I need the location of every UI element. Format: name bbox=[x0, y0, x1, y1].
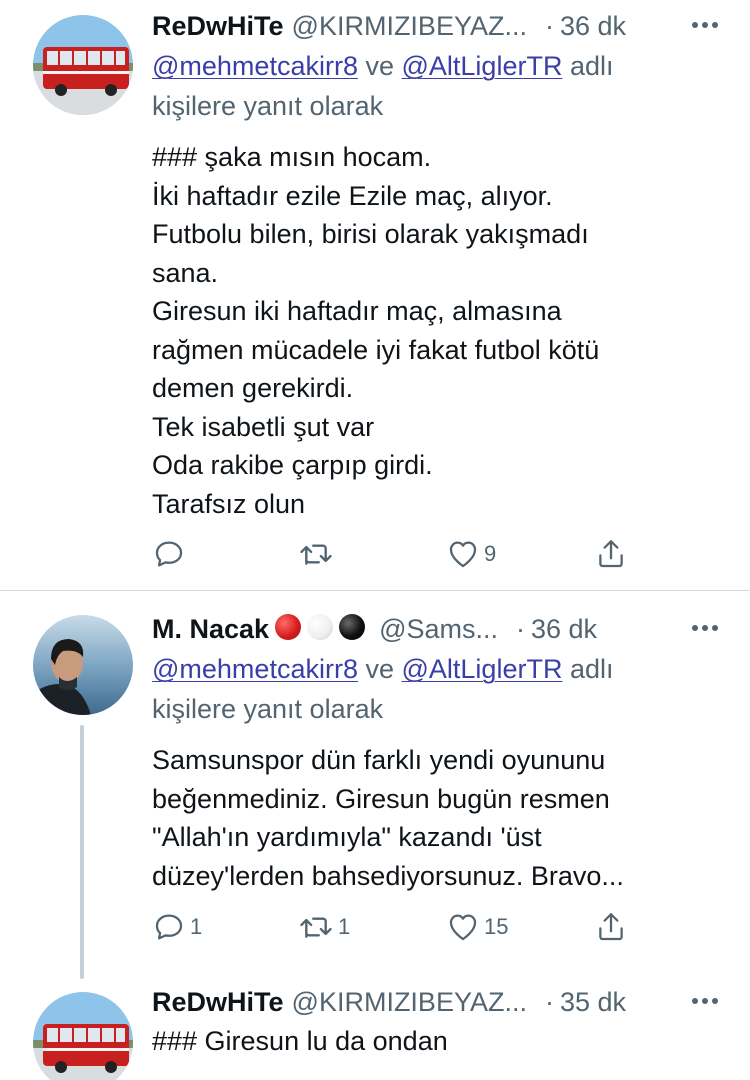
tweet-text: ### şaka mısın hocam. İki haftadır ezile… bbox=[152, 138, 722, 523]
mention-link[interactable]: @mehmetcakirr8 bbox=[152, 51, 358, 81]
text-line: Samsunspor dün farklı yendi oyununu bbox=[152, 745, 606, 775]
author-name[interactable]: M. Nacak bbox=[152, 614, 269, 645]
reply-context: @mehmetcakirr8 ve @AltLiglerTR adlı kişi… bbox=[152, 46, 722, 126]
white-circle-icon bbox=[307, 614, 334, 640]
more-icon[interactable] bbox=[690, 613, 720, 643]
tweet-header: ReDwHiTe @KIRMIZIBEYAZ... · 35 dk bbox=[152, 982, 728, 1022]
reply-suffix: kişilere yanıt olarak bbox=[152, 91, 384, 121]
like-icon bbox=[446, 910, 480, 944]
retweet-icon bbox=[298, 537, 334, 571]
avatar-bus[interactable] bbox=[33, 992, 133, 1080]
retweet-button[interactable] bbox=[298, 534, 338, 574]
action-bar: 1 1 15 bbox=[152, 907, 632, 947]
reply-context: @mehmetcakirr8 ve @AltLiglerTR adlı kişi… bbox=[152, 649, 722, 729]
like-button[interactable]: 9 bbox=[446, 534, 496, 574]
retweet-icon bbox=[298, 910, 334, 944]
text-line: demen gerekirdi. bbox=[152, 373, 354, 403]
share-icon bbox=[594, 537, 628, 571]
text-line: ### Giresun lu da ondan bbox=[152, 1026, 448, 1056]
text-line: İki haftadır ezile Ezile maç, alıyor. bbox=[152, 180, 553, 211]
reply-joiner: ve bbox=[357, 654, 402, 684]
timestamp[interactable]: 36 dk bbox=[560, 11, 626, 42]
avatar-bus[interactable] bbox=[33, 15, 133, 115]
text-line: Futbolu bilen, birisi olarak yakışmadı bbox=[152, 219, 589, 249]
text-line: Giresun iki haftadır maç, almasına bbox=[152, 296, 562, 326]
text-line: rağmen mücadele iyi fakat futbol kötü bbox=[152, 334, 600, 365]
tweet-text: Samsunspor dün farklı yendi oyununu beğe… bbox=[152, 741, 722, 895]
thread-line bbox=[80, 725, 84, 979]
author-handle[interactable]: @Sams... bbox=[379, 614, 498, 645]
text-line: düzey'lerden bahsediyorsunuz. Bravo... bbox=[152, 860, 624, 891]
mention-link[interactable]: @AltLiglerTR bbox=[402, 51, 563, 81]
text-line: Tarafsız olun bbox=[152, 488, 306, 519]
text-line: Tek isabetli şut var bbox=[152, 411, 375, 442]
reply-suffix: adlı bbox=[562, 654, 614, 684]
author-handle[interactable]: @KIRMIZIBEYAZ... bbox=[292, 11, 527, 42]
tweet-1[interactable]: ReDwHiTe @KIRMIZIBEYAZ... · 36 dk @mehme… bbox=[0, 0, 750, 590]
tweet-3[interactable]: ReDwHiTe @KIRMIZIBEYAZ... · 35 dk ### Gi… bbox=[0, 980, 750, 1080]
mention-link[interactable]: @AltLiglerTR bbox=[402, 654, 563, 684]
author-name[interactable]: ReDwHiTe bbox=[152, 11, 284, 42]
separator-dot: · bbox=[544, 10, 554, 41]
author-name[interactable]: ReDwHiTe bbox=[152, 987, 284, 1018]
share-button[interactable] bbox=[594, 907, 628, 947]
reply-icon bbox=[152, 910, 186, 944]
like-count: 15 bbox=[484, 914, 509, 939]
retweet-count: 1 bbox=[338, 914, 351, 939]
black-circle-icon bbox=[339, 614, 366, 640]
share-button[interactable] bbox=[594, 534, 628, 574]
retweet-button[interactable]: 1 bbox=[298, 907, 350, 947]
separator-dot: · bbox=[544, 986, 554, 1017]
tweet-header: ReDwHiTe @KIRMIZIBEYAZ... · 36 dk bbox=[152, 6, 728, 46]
avatar-person[interactable] bbox=[33, 615, 133, 715]
text-line: "Allah'ın yardımıyla" kazandı 'üst bbox=[152, 822, 542, 852]
more-icon[interactable] bbox=[690, 986, 720, 1016]
reply-icon bbox=[152, 537, 186, 571]
text-line: ### şaka mısın hocam. bbox=[152, 142, 432, 172]
like-count: 9 bbox=[484, 541, 497, 566]
like-button[interactable]: 15 bbox=[446, 907, 508, 947]
timestamp[interactable]: 36 dk bbox=[531, 614, 597, 645]
tweet-text: ### Giresun lu da ondan bbox=[152, 1022, 722, 1061]
red-circle-icon bbox=[275, 614, 302, 640]
tweet-2[interactable]: M. Nacak @Sams... · 36 dk @mehmetcakirr8… bbox=[0, 591, 750, 980]
more-icon[interactable] bbox=[690, 10, 720, 40]
author-handle[interactable]: @KIRMIZIBEYAZ... bbox=[292, 987, 527, 1018]
action-bar: 9 bbox=[152, 534, 632, 574]
tweet-header: M. Nacak @Sams... · 36 dk bbox=[152, 609, 728, 649]
text-line: beğenmediniz. Giresun bugün resmen bbox=[152, 783, 610, 814]
reply-button[interactable]: 1 bbox=[152, 907, 202, 947]
separator-dot: · bbox=[516, 613, 525, 644]
like-icon bbox=[446, 537, 480, 571]
text-line: Oda rakibe çarpıp girdi. bbox=[152, 450, 433, 480]
reply-count: 1 bbox=[190, 914, 203, 939]
reply-joiner: ve bbox=[357, 51, 402, 81]
timestamp[interactable]: 35 dk bbox=[560, 987, 626, 1018]
reply-button[interactable] bbox=[152, 534, 190, 574]
mention-link[interactable]: @mehmetcakirr8 bbox=[152, 654, 358, 684]
share-icon bbox=[594, 910, 628, 944]
reply-suffix: kişilere yanıt olarak bbox=[152, 694, 384, 724]
text-line: sana. bbox=[152, 257, 219, 288]
reply-suffix: adlı bbox=[562, 51, 614, 81]
